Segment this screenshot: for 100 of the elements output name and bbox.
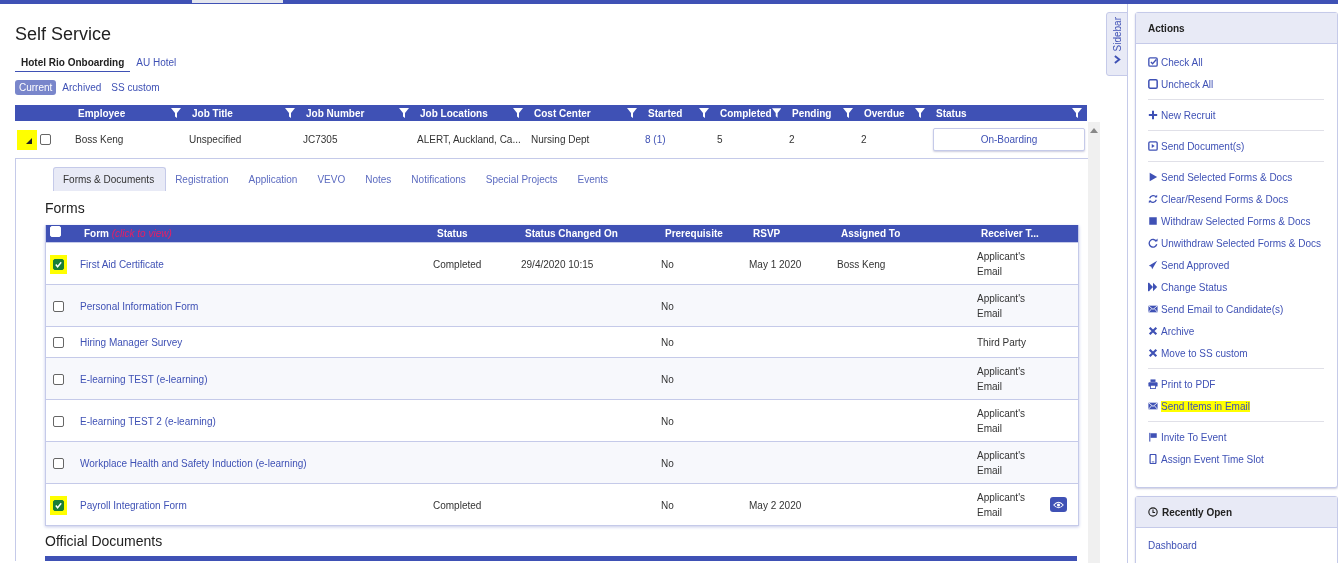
checkbox[interactable]	[53, 373, 64, 385]
redo-icon	[1148, 238, 1158, 248]
filter-pill[interactable]: SS custom	[107, 80, 164, 95]
view-button[interactable]	[1049, 497, 1067, 512]
checkbox[interactable]	[53, 300, 64, 312]
column-header: Status Changed On	[525, 228, 618, 239]
flag-icon	[1148, 432, 1158, 442]
plus-icon	[1148, 110, 1158, 120]
action-link[interactable]: Withdraw Selected Forms & Docs	[1161, 215, 1311, 227]
action-link[interactable]: Assign Event Time Slot	[1161, 453, 1264, 465]
employee-name: Boss Keng	[75, 134, 124, 145]
sidebar-tab[interactable]: Sidebar	[1106, 12, 1128, 76]
filter-icon[interactable]	[171, 108, 181, 118]
prerequisite-cell: No	[661, 300, 674, 312]
tab[interactable]: AU Hotel	[130, 54, 183, 72]
filter-icon[interactable]	[1072, 108, 1082, 118]
detail-tab[interactable]: Notifications	[402, 167, 477, 191]
date-cell: 29/4/2020 10:15	[521, 258, 594, 270]
status-cell: Completed	[433, 499, 482, 511]
clock-icon	[1148, 507, 1158, 517]
filter-pill[interactable]: Archived	[58, 80, 106, 95]
checkbox[interactable]	[40, 134, 51, 145]
filter-icon[interactable]	[513, 108, 523, 118]
column-header: Employee	[78, 107, 126, 119]
stop-icon	[1148, 216, 1158, 226]
prerequisite-cell: No	[661, 337, 674, 348]
form-link[interactable]: Hiring Manager Survey	[80, 337, 183, 348]
started-link[interactable]: 8 (1)	[645, 134, 666, 145]
action-link[interactable]: Send Items in Email	[1161, 400, 1250, 412]
filter-icon[interactable]	[627, 108, 637, 118]
refresh-icon	[1148, 194, 1158, 204]
checkbox[interactable]	[53, 415, 64, 427]
action-link[interactable]: Print to PDF	[1161, 378, 1216, 390]
panel-title: Recently Open	[1162, 506, 1233, 518]
form-link[interactable]: Payroll Integration Form	[80, 499, 187, 511]
receiver-cell: Third Party	[977, 337, 1026, 348]
cross-icon	[1148, 326, 1158, 336]
action-link[interactable]: Send Selected Forms & Docs	[1161, 171, 1293, 183]
action-link[interactable]: Move to SS custom	[1161, 347, 1248, 359]
select-all-checkbox[interactable]	[50, 226, 61, 237]
detail-tab[interactable]: Events	[568, 167, 620, 191]
rsvp-cell: May 2 2020	[749, 499, 802, 511]
filter-icon[interactable]	[699, 108, 709, 118]
scrollbar[interactable]	[1088, 122, 1100, 563]
detail-tab[interactable]: VEVO	[308, 167, 357, 191]
form-link[interactable]: Personal Information Form	[80, 300, 199, 312]
cost-center-cell: Nursing Dept	[531, 134, 590, 145]
checked-box-icon	[1148, 57, 1158, 67]
rsvp-cell: May 1 2020	[749, 258, 802, 270]
detail-tab[interactable]: Registration	[166, 167, 240, 191]
receiver-cell: Applicant's Email	[977, 408, 1026, 434]
action-link[interactable]: Invite To Event	[1161, 431, 1227, 443]
square-icon	[1148, 79, 1158, 89]
detail-tab[interactable]: Forms & Documents	[53, 167, 167, 191]
expand-toggle[interactable]	[26, 138, 32, 144]
pending-cell: 2	[789, 134, 795, 145]
action-link[interactable]: Send Email to Candidate(s)	[1161, 303, 1284, 315]
status-cell: Completed	[433, 258, 482, 270]
action-link[interactable]: Unwithdraw Selected Forms & Docs	[1161, 237, 1322, 249]
action-link[interactable]: New Recruit	[1161, 109, 1216, 121]
tab[interactable]: Hotel Rio Onboarding	[15, 54, 131, 72]
prerequisite-cell: No	[661, 373, 674, 385]
checkbox[interactable]	[53, 499, 64, 511]
detail-tab[interactable]: Application	[239, 167, 309, 191]
filter-icon[interactable]	[915, 108, 925, 118]
action-link[interactable]: Send Approved	[1161, 259, 1230, 271]
recent-link[interactable]: Dashboard	[1148, 540, 1197, 551]
form-link[interactable]: E-learning TEST (e-learning)	[80, 373, 208, 385]
envelope-icon	[1148, 304, 1158, 314]
action-link[interactable]: Check All	[1161, 56, 1203, 68]
play-icon	[1148, 172, 1158, 182]
detail-tab[interactable]: Special Projects	[476, 167, 569, 191]
column-header: Job Number	[306, 107, 365, 119]
action-link[interactable]: Clear/Resend Forms & Docs	[1161, 193, 1289, 205]
form-link[interactable]: E-learning TEST 2 (e-learning)	[80, 415, 216, 427]
filter-icon[interactable]	[771, 108, 781, 118]
column-header: Job Locations	[420, 107, 488, 119]
action-link[interactable]: Send Document(s)	[1161, 140, 1245, 152]
status-button[interactable]: On-Boarding	[933, 128, 1085, 151]
checkbox[interactable]	[53, 337, 64, 348]
checkbox[interactable]	[53, 258, 64, 270]
filter-icon[interactable]	[399, 108, 409, 118]
play-box-icon	[1148, 141, 1158, 151]
column-header: Receiver T...	[981, 228, 1039, 239]
receiver-cell: Applicant's Email	[977, 251, 1026, 277]
section-title: Official Documents	[45, 533, 164, 550]
action-link[interactable]: Change Status	[1161, 281, 1228, 293]
form-link[interactable]: First Aid Certificate	[80, 258, 164, 270]
eye-icon	[1052, 500, 1064, 509]
action-link[interactable]: Archive	[1161, 325, 1195, 337]
filter-icon[interactable]	[843, 108, 853, 118]
filter-icon[interactable]	[285, 108, 295, 118]
form-link[interactable]: Workplace Health and Safety Induction (e-learning)	[80, 457, 307, 469]
scroll-up-icon[interactable]	[1090, 128, 1098, 133]
action-link[interactable]: Uncheck All	[1161, 78, 1214, 90]
checkbox[interactable]	[53, 457, 64, 469]
prerequisite-cell: No	[661, 258, 674, 270]
column-header: Assigned To	[841, 228, 901, 239]
detail-tab[interactable]: Notes	[356, 167, 403, 191]
column-header: Started	[648, 107, 683, 119]
